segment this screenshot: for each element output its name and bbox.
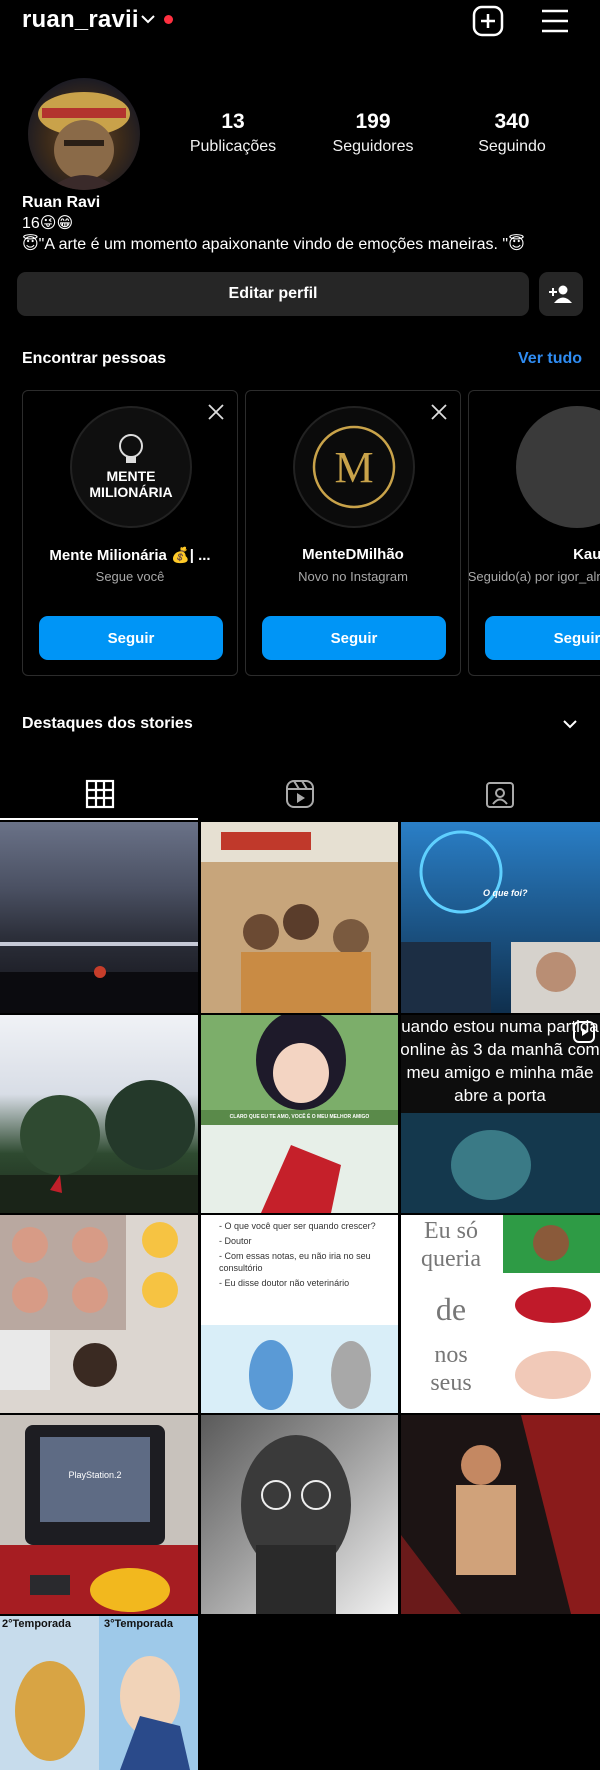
- suggestion-avatar[interactable]: M: [293, 406, 415, 528]
- trees-photo: [0, 1080, 198, 1213]
- suggestion-avatar[interactable]: MENTE MILIONÁRIA: [70, 406, 192, 528]
- tab-grid[interactable]: [0, 770, 200, 818]
- meme-collage: [401, 830, 600, 1013]
- notification-dot: [164, 15, 173, 24]
- anime-seasons: [0, 1616, 190, 1770]
- username-title[interactable]: ruan_ravii: [22, 6, 139, 34]
- tab-reels[interactable]: [200, 770, 400, 818]
- logo-line-1: MENTE: [106, 468, 156, 484]
- menu-icon[interactable]: [538, 4, 572, 38]
- profile-avatar[interactable]: [28, 78, 140, 190]
- suggestion-subtitle: Seguido(a) por igor_almeida001 e: [468, 569, 600, 584]
- chevron-down-icon[interactable]: [562, 718, 578, 730]
- logo-letter: M: [334, 443, 374, 492]
- bio-line-2: 😇"A arte é um momento apaixonante vindo …: [22, 236, 525, 253]
- ps2-label: PlayStation.2: [68, 1470, 122, 1480]
- friends-photo: [201, 822, 398, 1013]
- grid-post-6[interactable]: uando estou numa partida online às 3 da …: [401, 1015, 600, 1213]
- suggestion-card-2[interactable]: M MenteDMilhão Novo no Instagram Seguir: [245, 390, 461, 676]
- season-label: 2°Temporada: [2, 1618, 71, 1630]
- grid-post-2[interactable]: [201, 822, 398, 1013]
- grid-post-9[interactable]: Eu só queria de nos seus: [401, 1215, 600, 1413]
- tab-tagged[interactable]: [400, 770, 600, 818]
- suggestions-title: Encontrar pessoas: [22, 350, 167, 367]
- profile-bio: Ruan Ravi 16😜😁 😇"A arte é um momento apa…: [22, 192, 525, 255]
- logo-line-2: MILIONÁRIA: [89, 484, 173, 500]
- grid-icon: [85, 779, 115, 809]
- follow-button[interactable]: Seguir: [485, 616, 600, 660]
- posts-stat[interactable]: 13 Publicações: [168, 110, 298, 156]
- following-stat[interactable]: 340 Seguindo: [447, 110, 577, 156]
- grid-post-8[interactable]: - O que você quer ser quando crescer? - …: [201, 1215, 398, 1413]
- clap-meme: [0, 1215, 178, 1390]
- suggestion-name[interactable]: Mente Milionária 💰| ...: [23, 546, 237, 564]
- add-person-icon: [549, 285, 572, 303]
- meme-pictures: [503, 1215, 600, 1399]
- bio-line-1: 16😜😁: [22, 215, 74, 232]
- following-count: 340: [494, 110, 530, 133]
- chevron-down-icon[interactable]: [140, 13, 156, 25]
- edit-profile-button[interactable]: Editar perfil: [17, 272, 529, 316]
- follow-button[interactable]: Seguir: [262, 616, 446, 660]
- tagged-icon: [486, 782, 514, 808]
- suggestion-card-3[interactable]: Kauan Seguido(a) por igor_almeida001 e S…: [468, 390, 600, 676]
- highlights-title[interactable]: Destaques dos stories: [22, 715, 193, 733]
- posts-label: Publicações: [189, 138, 277, 155]
- followers-stat[interactable]: 199 Seguidores: [308, 110, 438, 156]
- discover-people-button[interactable]: [539, 272, 583, 316]
- grid-post-5[interactable]: CLARO QUE EU TE AMO, VOCÊ É O MEU MELHOR…: [201, 1015, 398, 1213]
- grid-post-11[interactable]: [201, 1415, 398, 1614]
- avatar-image: [38, 92, 130, 190]
- cartoon-image: [201, 1325, 398, 1413]
- suggestion-subtitle: Novo no Instagram: [298, 569, 408, 584]
- grid-post-13[interactable]: 2°Temporada 3°Temporada: [0, 1616, 198, 1770]
- followers-label: Seguidores: [332, 138, 414, 155]
- grid-post-3[interactable]: O que foi?: [401, 822, 600, 1013]
- ps2-photo: [0, 1425, 198, 1614]
- mirror-photo: [401, 1415, 600, 1614]
- post-caption: CLARO QUE EU TE AMO, VOCÊ É O MEU MELHOR…: [229, 1114, 370, 1120]
- post-caption: O que foi?: [483, 888, 528, 898]
- suggestion-name[interactable]: MenteDMilhão: [246, 546, 460, 563]
- suggestion-card-1[interactable]: MENTE MILIONÁRIA Mente Milionária 💰| ...…: [22, 390, 238, 676]
- lightbulb-icon: [119, 434, 143, 463]
- grid-post-7[interactable]: [0, 1215, 198, 1413]
- posts-count: 13: [221, 110, 245, 133]
- grid-post-1[interactable]: [0, 822, 198, 1013]
- suggestion-avatar[interactable]: [516, 406, 600, 528]
- close-icon[interactable]: [430, 403, 448, 421]
- new-post-icon[interactable]: [471, 4, 505, 38]
- reel-icon: [573, 1021, 595, 1043]
- suggestion-subtitle: Segue você: [95, 569, 165, 584]
- grid-post-4[interactable]: [0, 1015, 198, 1213]
- grid-post-12[interactable]: [401, 1415, 600, 1614]
- profile-name: Ruan Ravi: [22, 194, 101, 211]
- suggestion-name[interactable]: Kauan: [489, 546, 600, 563]
- close-icon[interactable]: [207, 403, 225, 421]
- following-label: Seguindo: [478, 138, 546, 155]
- active-tab-indicator: [0, 818, 198, 820]
- meme-image: [401, 1113, 600, 1213]
- reels-icon: [286, 780, 314, 808]
- see-all-link[interactable]: Ver tudo: [518, 350, 582, 368]
- follow-button[interactable]: Seguir: [39, 616, 223, 660]
- sunset-image: [0, 942, 198, 1013]
- season-label: 3°Temporada: [104, 1618, 173, 1630]
- followers-count: 199: [355, 110, 391, 133]
- grid-post-10[interactable]: PlayStation.2: [0, 1415, 198, 1614]
- selfie-photo: [241, 1435, 351, 1614]
- top-bar: ruan_ravii: [0, 0, 600, 44]
